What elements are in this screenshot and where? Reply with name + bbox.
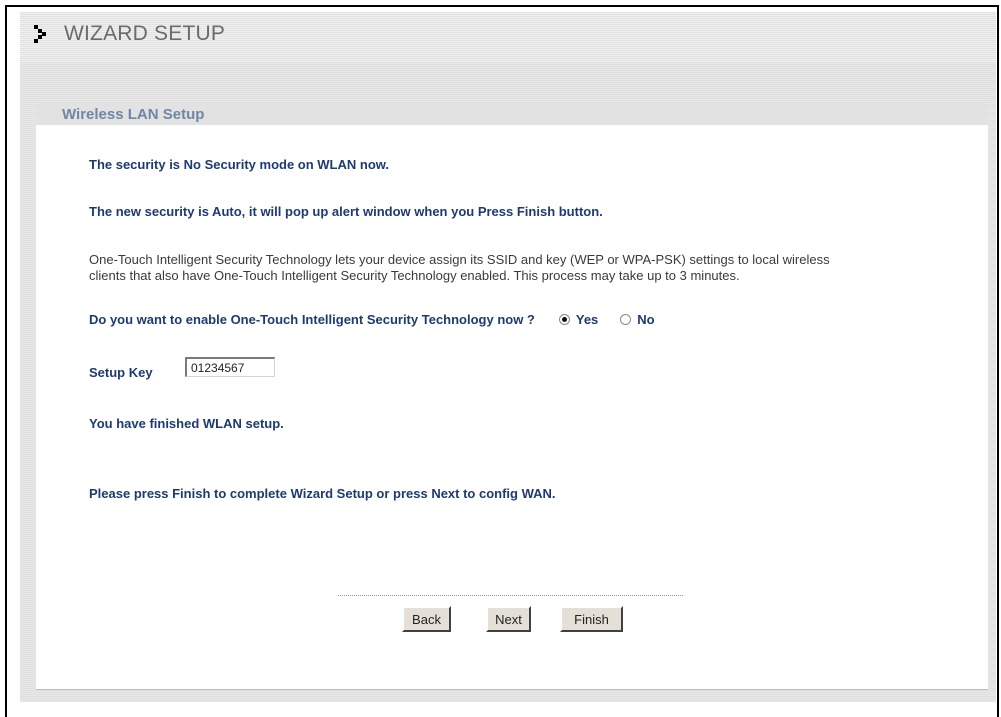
ots-no-radio[interactable] [620,314,632,325]
ots-yes-radio[interactable] [558,314,570,325]
instruction-message: Please press Finish to complete Wizard S… [89,486,556,501]
new-security-message: The new security is Auto, it will pop up… [89,204,603,219]
ots-question-row: Do you want to enable One-Touch Intellig… [89,312,655,327]
section-header: Wireless LAN Setup [36,103,988,125]
finished-message: You have finished WLAN setup. [89,416,284,431]
page-title: WIZARD SETUP [64,22,226,45]
ots-yes-option[interactable]: Yes [558,312,599,327]
setup-key-input[interactable] [185,357,275,377]
setup-key-label: Setup Key [89,365,153,380]
section-title: Wireless LAN Setup [62,106,205,123]
ots-no-label: No [637,312,655,327]
next-button[interactable]: Next [486,606,531,632]
arrow-bullet-icon [34,25,46,43]
security-mode-message: The security is No Security mode on WLAN… [89,157,390,172]
finish-button[interactable]: Finish [560,606,623,632]
button-divider [338,595,683,596]
ots-question: Do you want to enable One-Touch Intellig… [89,312,535,327]
ots-description: One-Touch Intelligent Security Technolog… [89,252,830,283]
wizard-panel: Wireless LAN Setup The security is No Se… [36,103,988,690]
back-button[interactable]: Back [402,606,451,632]
title-bar: WIZARD SETUP [20,12,996,62]
ots-no-option[interactable]: No [620,312,655,327]
ots-yes-label: Yes [575,312,599,327]
